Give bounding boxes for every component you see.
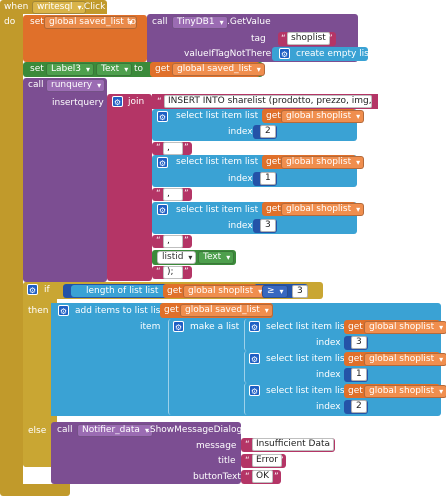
nindex-value-3[interactable]: 2 (351, 400, 367, 413)
nsel3-label: select list item list (266, 386, 349, 396)
component-dropdown[interactable]: writesql (32, 1, 86, 14)
title-label: title (218, 456, 236, 466)
set-label: set (30, 17, 44, 27)
quote-close[interactable]: ); (163, 266, 183, 279)
shoplist-dropdown-if[interactable]: global shoplist (183, 285, 267, 298)
when-label: when (4, 2, 29, 12)
select2-label: select list item list (176, 157, 259, 167)
length-label: length of list list (86, 286, 159, 296)
make-a-list-block[interactable] (168, 319, 248, 415)
getvalue-label: .GetValue (227, 17, 271, 27)
listid-dropdown[interactable]: listid (157, 251, 197, 264)
prop-dropdown[interactable]: Text (96, 63, 133, 76)
sql-text[interactable]: INSERT INTO sharelist (prodotto, prezzo,… (164, 95, 372, 108)
saved-list-dropdown-add[interactable]: global saved_list (180, 304, 273, 317)
index2-label: index (228, 174, 253, 184)
shoplist-dropdown-1[interactable]: global shoplist (281, 110, 365, 123)
var-dropdown[interactable]: global saved_list (44, 16, 137, 29)
select3-label: select list item list (176, 205, 259, 215)
nsel2-icon: ⚙ (249, 353, 260, 364)
tag-value[interactable]: shoplist (287, 32, 330, 45)
call-label: call (152, 17, 168, 27)
nget3-label: get (348, 386, 363, 396)
select1-icon: ⚙ (157, 111, 168, 122)
index-value-1[interactable]: 2 (260, 125, 276, 138)
quote-comma-1[interactable]: , (163, 142, 183, 155)
nidx3-label: index (316, 402, 341, 412)
label3-dropdown[interactable]: Label3 (46, 63, 95, 76)
shoplist-dropdown-2[interactable]: global shoplist (281, 156, 365, 169)
nsel1-label: select list item list (266, 322, 349, 332)
call2-label: call (28, 80, 44, 90)
nshoplist-dropdown-3[interactable]: global shoplist (364, 385, 446, 398)
do-label: do (4, 17, 16, 27)
tag-label: tag (251, 34, 266, 44)
message-value[interactable]: Insufficient Data (252, 438, 335, 451)
get-var-dropdown[interactable]: global saved_list (172, 63, 265, 76)
get3-label: get (266, 204, 281, 214)
shoplist-dropdown-3[interactable]: global shoplist (281, 203, 365, 216)
nindex-value-1[interactable]: 3 (351, 336, 367, 349)
get-if-label: get (167, 286, 182, 296)
event-left-bar (0, 14, 23, 492)
index1-label: index (228, 127, 253, 137)
select2-icon: ⚙ (157, 157, 168, 168)
quote-comma-3[interactable]: , (163, 235, 183, 248)
get1-label: get (266, 111, 281, 121)
nshoplist-dropdown-1[interactable]: global shoplist (364, 321, 446, 334)
index-value-3[interactable]: 3 (260, 219, 276, 232)
call3-label: call (57, 425, 73, 435)
nindex-value-2[interactable]: 1 (351, 368, 367, 381)
to-label: to (127, 17, 137, 27)
gear-icon[interactable]: ⚙ (279, 48, 290, 59)
index3-label: index (228, 221, 253, 231)
join-block[interactable] (107, 94, 152, 281)
to2-label: to (134, 64, 144, 74)
listid-prop-dropdown[interactable]: Text (198, 251, 235, 264)
create-empty-list-label: create empty list (296, 49, 373, 59)
button-text-label: buttonText (193, 472, 241, 482)
nidx1-label: index (316, 338, 341, 348)
insertquery-label: insertquery (52, 98, 104, 108)
if-gear-icon[interactable]: ⚙ (27, 284, 38, 295)
nidx2-label: index (316, 370, 341, 380)
get2-label: get (266, 157, 281, 167)
get-label: get (155, 64, 170, 74)
nsel2-label: select list item list (266, 354, 349, 364)
vitn-label: valueIfTagNotThere (184, 49, 272, 59)
nget2-label: get (348, 354, 363, 364)
select3-icon: ⚙ (157, 204, 168, 215)
add-gear-icon[interactable]: ⚙ (58, 305, 69, 316)
else-label: else (28, 426, 47, 436)
if-label: if (44, 285, 50, 295)
message-label: message (196, 441, 237, 451)
notifier-dropdown[interactable]: Notifier_data (77, 424, 153, 437)
nshoplist-dropdown-2[interactable]: global shoplist (364, 353, 446, 366)
event-name: .Click (81, 2, 106, 12)
index-value-2[interactable]: 1 (260, 172, 276, 185)
join-label: join (128, 97, 145, 107)
button-value[interactable]: OK (252, 470, 273, 483)
item-label: item (140, 322, 161, 332)
show-dialog-label: .ShowMessageDialog (147, 425, 243, 435)
operator-dropdown[interactable]: ≥ (262, 285, 288, 298)
tinydb-dropdown[interactable]: TinyDB1 (172, 16, 228, 29)
nsel3-icon: ⚙ (249, 385, 260, 396)
nsel1-icon: ⚙ (249, 321, 260, 332)
then-label: then (28, 306, 49, 316)
quote-comma-2[interactable]: , (163, 188, 183, 201)
add-items-label: add items to list list (75, 306, 164, 316)
join-gear-icon[interactable]: ⚙ (112, 96, 123, 107)
nget1-label: get (348, 322, 363, 332)
runquery-dropdown[interactable]: runquery (46, 79, 106, 92)
set2-label: set (30, 64, 44, 74)
select1-label: select list item list (176, 111, 259, 121)
compare-number[interactable]: 3 (292, 285, 308, 298)
title-value[interactable]: Error (252, 454, 282, 467)
make-list-gear-icon[interactable]: ⚙ (173, 321, 184, 332)
event-footer (0, 484, 70, 496)
get-add-label: get (164, 305, 179, 315)
make-list-label: make a list (190, 322, 240, 332)
